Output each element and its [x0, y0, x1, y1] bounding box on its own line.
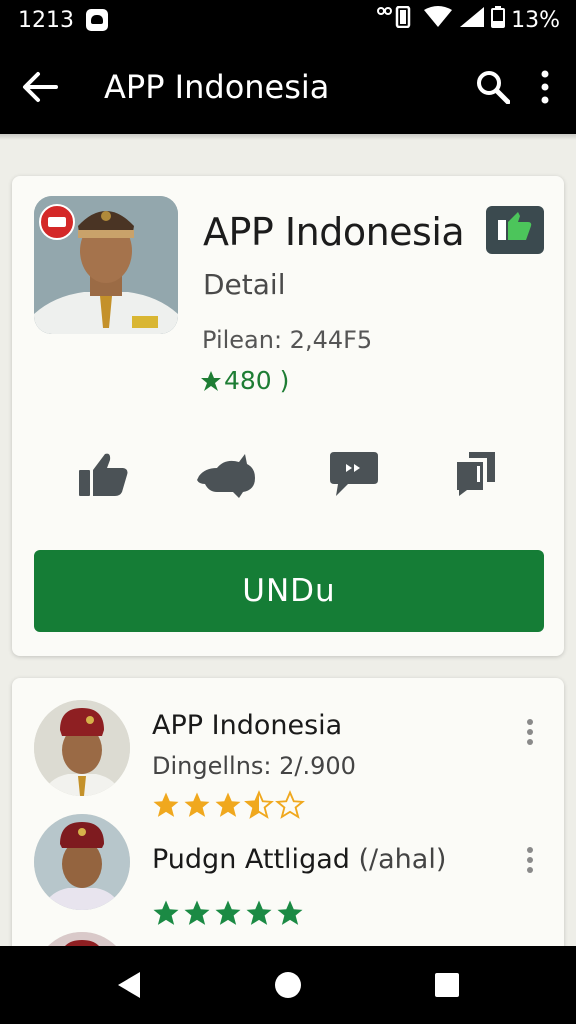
avatar	[34, 700, 130, 796]
list-item[interactable]: Pudgn Attligad (/ahal)	[12, 814, 564, 934]
related-apps-list: APP Indonesia Dingellns: 2/.900 Pudgn At…	[12, 678, 564, 992]
app-bar-title: APP Indonesia	[104, 68, 330, 106]
triangle-back-icon	[118, 972, 141, 998]
chat-icon	[330, 452, 378, 496]
person-portrait-image	[34, 700, 130, 796]
signal-icon	[459, 6, 485, 34]
comment-button[interactable]	[319, 444, 389, 504]
list-item-title-main: Pudgn Attligad	[152, 844, 350, 875]
app-rating: 480 )	[200, 366, 289, 395]
nav-recents-button[interactable]	[417, 955, 477, 1015]
copy-icon	[457, 452, 495, 496]
star-icon	[246, 900, 272, 925]
app-rating-value: 480 )	[224, 366, 290, 395]
leaf-icon	[201, 370, 221, 391]
star-icon	[184, 900, 210, 925]
more-options-button[interactable]	[520, 840, 540, 880]
square-recents-icon	[434, 973, 459, 997]
status-bar: 1213 13%	[0, 0, 576, 40]
nav-back-button[interactable]	[99, 955, 159, 1015]
app-bar: APP Indonesia	[0, 40, 576, 134]
vibrate-icon	[377, 5, 417, 34]
list-item[interactable]: APP Indonesia Dingellns: 2/.900	[12, 696, 564, 819]
app-subtitle: Detail	[203, 268, 286, 301]
cat-icon	[197, 454, 255, 498]
action-row	[12, 444, 564, 504]
avatar	[34, 814, 130, 910]
arrow-left-icon	[23, 72, 58, 102]
status-time: 1213	[18, 7, 74, 33]
install-button[interactable]: UNDu	[34, 550, 544, 632]
more-options-button[interactable]	[520, 712, 540, 752]
battery-percent: 13%	[511, 7, 560, 33]
star-icon	[215, 900, 241, 925]
wifi-icon	[423, 6, 453, 34]
share-button[interactable]	[442, 444, 512, 504]
verified-badge-icon	[486, 206, 544, 254]
cat-button[interactable]	[192, 444, 262, 504]
thumb-up-icon	[79, 453, 128, 496]
notification-icon	[86, 9, 108, 31]
circle-home-icon	[274, 972, 301, 998]
list-item-subtitle: Dingellns: 2/.900	[152, 752, 356, 780]
back-button[interactable]	[0, 40, 80, 134]
search-icon	[477, 71, 510, 104]
app-icon	[34, 196, 178, 334]
more-vert-icon	[527, 847, 533, 873]
overflow-menu-button[interactable]	[540, 70, 550, 104]
nav-home-button[interactable]	[258, 955, 318, 1015]
list-item-title: Pudgn Attligad (/ahal)	[152, 844, 446, 875]
list-item-title-suffix: (/ahal)	[358, 844, 447, 875]
more-vert-icon	[527, 719, 533, 745]
app-bar-shadow	[0, 134, 576, 140]
system-nav-bar	[0, 946, 576, 1024]
star-icon	[153, 900, 179, 925]
app-detail-card: APP Indonesia Detail Pilean: 2,44F5 480 …	[12, 176, 564, 656]
search-button[interactable]	[476, 70, 510, 104]
star-icon	[277, 900, 303, 925]
star-rating	[151, 898, 305, 928]
person-portrait-image	[34, 814, 130, 910]
list-item-title: APP Indonesia	[152, 710, 343, 741]
app-meta: Pilean: 2,44F5	[202, 326, 373, 354]
battery-icon	[491, 6, 506, 34]
app-name: APP Indonesia	[203, 210, 465, 254]
like-button[interactable]	[68, 444, 138, 504]
app-badge-icon	[39, 204, 75, 240]
more-vert-icon	[541, 70, 549, 104]
